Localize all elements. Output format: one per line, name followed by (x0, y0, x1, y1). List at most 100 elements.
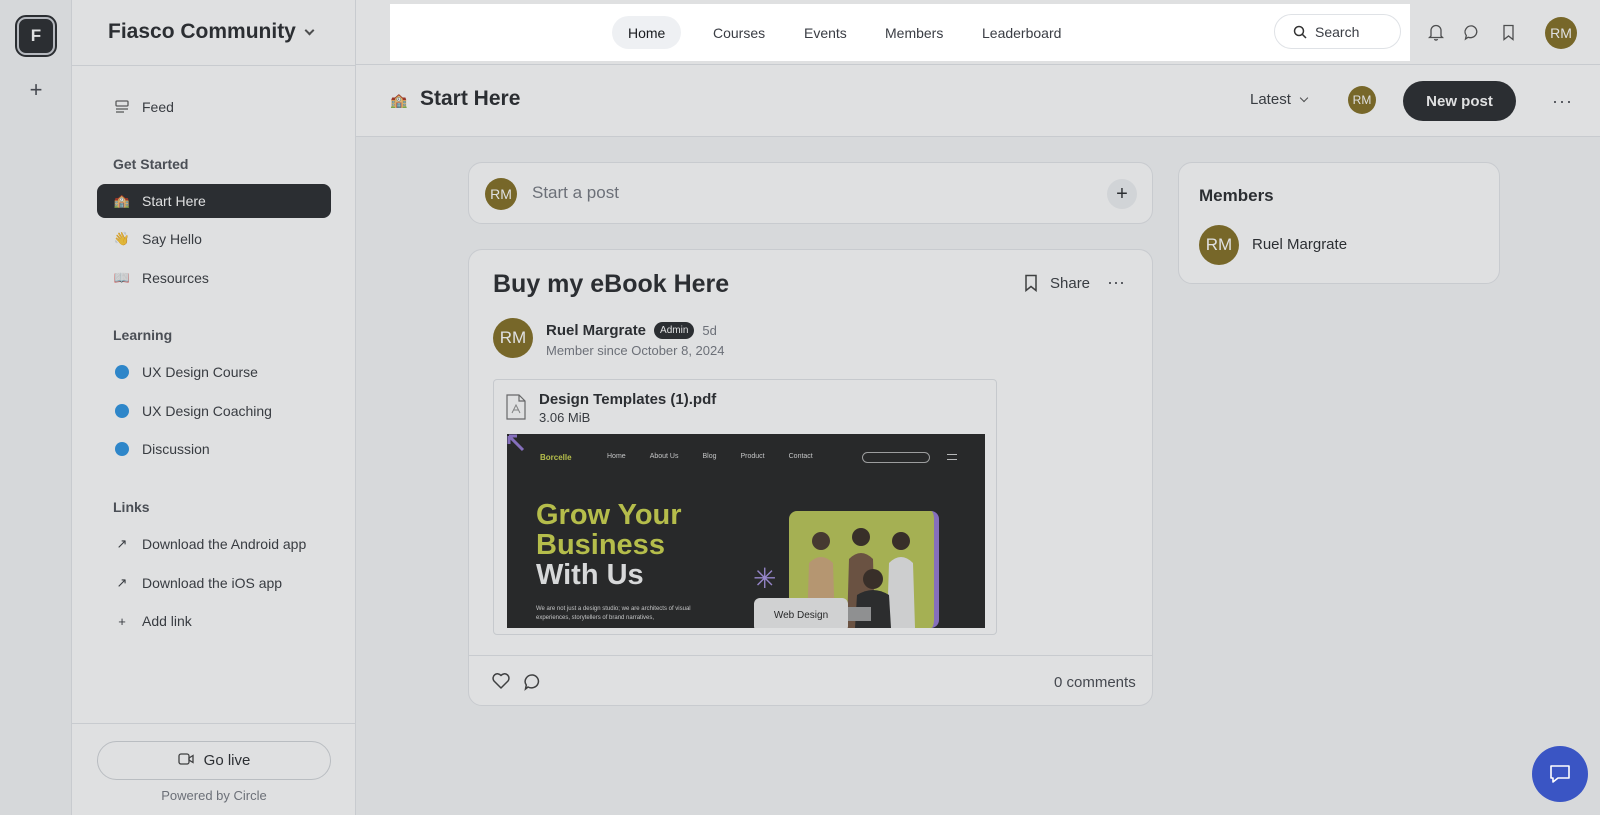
tab-leaderboard-highlight[interactable]: Leaderboard (966, 16, 1077, 49)
sidebar-item-feed[interactable]: Feed (97, 90, 331, 124)
powered-by-link[interactable]: Powered by Circle (72, 788, 356, 803)
community-dropdown[interactable]: Fiasco Community (108, 20, 315, 44)
preview-headline-line: Business (536, 529, 665, 561)
feed-icon (114, 99, 130, 115)
sidebar-link-android[interactable]: ↗ Download the Android app (97, 527, 331, 561)
page-header: 🏫 Start Here Latest RM New post ··· (356, 65, 1600, 137)
heart-icon[interactable] (491, 671, 511, 691)
composer-placeholder[interactable]: Start a post (532, 183, 619, 203)
space-member-avatar[interactable]: RM (1348, 86, 1376, 114)
sidebar-link-ios[interactable]: ↗ Download the iOS app (97, 566, 331, 600)
school-emoji-icon: 🏫 (390, 92, 408, 108)
preview-menu-icon (947, 454, 957, 460)
sidebar-item-label: UX Design Coaching (142, 403, 272, 419)
preview-search-box (862, 452, 930, 463)
sidebar-item-discussion[interactable]: Discussion (97, 432, 331, 466)
member-name[interactable]: Ruel Margrate (1252, 236, 1347, 253)
author-line: Ruel Margrate Admin 5d (546, 322, 717, 339)
chat-icon (1550, 765, 1570, 783)
post-composer[interactable]: RM Start a post + (468, 162, 1153, 224)
divider (469, 655, 1152, 656)
divider (72, 65, 356, 66)
author-name[interactable]: Ruel Margrate (546, 322, 646, 339)
admin-badge: Admin (654, 322, 695, 339)
channel-dot-icon (114, 364, 130, 380)
channel-dot-icon (114, 403, 130, 419)
preview-nav-item: Blog (702, 453, 717, 460)
member-avatar[interactable]: RM (1199, 225, 1239, 265)
preview-body-text: We are not just a design studio; we are … (536, 606, 691, 621)
post-title[interactable]: Buy my eBook Here (493, 270, 729, 299)
section-label-get-started: Get Started (113, 156, 189, 172)
sidebar-item-ux-design-coaching[interactable]: UX Design Coaching (97, 394, 331, 428)
post-card: Buy my eBook Here Share ··· RM Ruel Marg… (468, 249, 1153, 706)
tab-courses-highlight[interactable]: Courses (697, 16, 781, 49)
comment-icon[interactable] (523, 672, 543, 692)
preview-headline: Grow Your Business With Us (536, 500, 682, 590)
section-label-links: Links (113, 499, 150, 515)
bell-icon[interactable] (1426, 22, 1446, 42)
sidebar-item-label: Discussion (142, 441, 210, 457)
preview-nav: Home About Us Blog Product Contact (607, 453, 813, 460)
bookmark-icon[interactable] (1024, 274, 1038, 292)
arrow-up-right-icon: ↗ (116, 575, 128, 590)
section-label-learning: Learning (113, 327, 173, 343)
tab-home-highlight[interactable]: Home (612, 16, 682, 49)
sidebar-item-label: UX Design Course (142, 364, 258, 380)
preview-headline-line: With Us (536, 559, 644, 591)
add-community-icon[interactable]: + (24, 77, 48, 102)
sidebar-item-label: Add link (142, 613, 192, 629)
tab-events-highlight[interactable]: Events (788, 16, 863, 49)
post-more-icon[interactable]: ··· (1107, 272, 1125, 293)
search-label: Search (1315, 23, 1360, 40)
chevron-down-icon (304, 25, 315, 35)
sidebar: Fiasco Community Feed Get Started 🏫 Star… (72, 0, 356, 815)
preview-nav-item: Home (607, 453, 626, 460)
user-avatar[interactable]: RM (1545, 17, 1577, 49)
sidebar-item-label: Start Here (142, 193, 206, 209)
preview-nav-item: Product (740, 453, 765, 460)
sort-label: Latest (1250, 91, 1291, 108)
search-icon (1293, 25, 1307, 39)
more-options-icon[interactable]: ··· (1552, 91, 1573, 112)
community-switcher-logo[interactable]: F (15, 15, 57, 57)
author-avatar[interactable]: RM (493, 318, 533, 358)
preview-nav-item: About Us (649, 453, 679, 460)
chevron-down-icon (1299, 93, 1309, 102)
share-button[interactable]: Share (1050, 275, 1090, 292)
sort-dropdown[interactable]: Latest (1250, 91, 1309, 108)
chat-bubble-icon[interactable] (1462, 22, 1482, 42)
pdf-preview-image: Borcelle Home About Us Blog Product Cont… (507, 434, 985, 628)
go-live-button[interactable]: Go live (97, 741, 331, 780)
avatar: RM (485, 178, 517, 210)
preview-tag: Web Design (754, 598, 848, 628)
support-chat-button[interactable] (1532, 746, 1588, 802)
arrow-up-right-icon: ↗ (116, 536, 128, 551)
sidebar-item-start-here[interactable]: 🏫 Start Here (97, 184, 331, 218)
new-post-button[interactable]: New post (1403, 81, 1516, 121)
sidebar-item-label: Say Hello (142, 231, 202, 247)
divider (72, 723, 356, 724)
asterisk-icon: ✳ (753, 563, 777, 594)
go-live-label: Go live (203, 752, 251, 769)
school-emoji-icon: 🏫 (113, 193, 131, 208)
sidebar-add-link[interactable]: + Add link (97, 604, 331, 638)
sidebar-item-ux-design-course[interactable]: UX Design Course (97, 355, 331, 389)
members-widget: Members RM Ruel Margrate (1178, 162, 1500, 284)
wave-emoji-icon: 👋 (113, 231, 131, 246)
comments-count[interactable]: 0 comments (1054, 674, 1136, 691)
sidebar-item-label: Download the Android app (142, 536, 307, 552)
post-timestamp: 5d (702, 323, 717, 338)
sidebar-item-say-hello[interactable]: 👋 Say Hello (97, 222, 331, 256)
tab-members-highlight[interactable]: Members (869, 16, 959, 49)
search-button-highlight[interactable]: Search (1274, 14, 1401, 49)
sidebar-item-resources[interactable]: 📖 Resources (97, 261, 331, 295)
community-name: Fiasco Community (108, 20, 296, 43)
preview-nav-item: Contact (788, 453, 813, 460)
sidebar-item-label: Download the iOS app (142, 575, 283, 591)
pdf-attachment[interactable]: Design Templates (1).pdf 3.06 MiB Borcel… (493, 379, 997, 635)
bookmark-icon[interactable] (1498, 22, 1518, 42)
member-since: Member since October 8, 2024 (546, 343, 725, 358)
preview-logo: Borcelle (540, 453, 572, 462)
add-attachment-icon[interactable]: + (1107, 179, 1137, 209)
